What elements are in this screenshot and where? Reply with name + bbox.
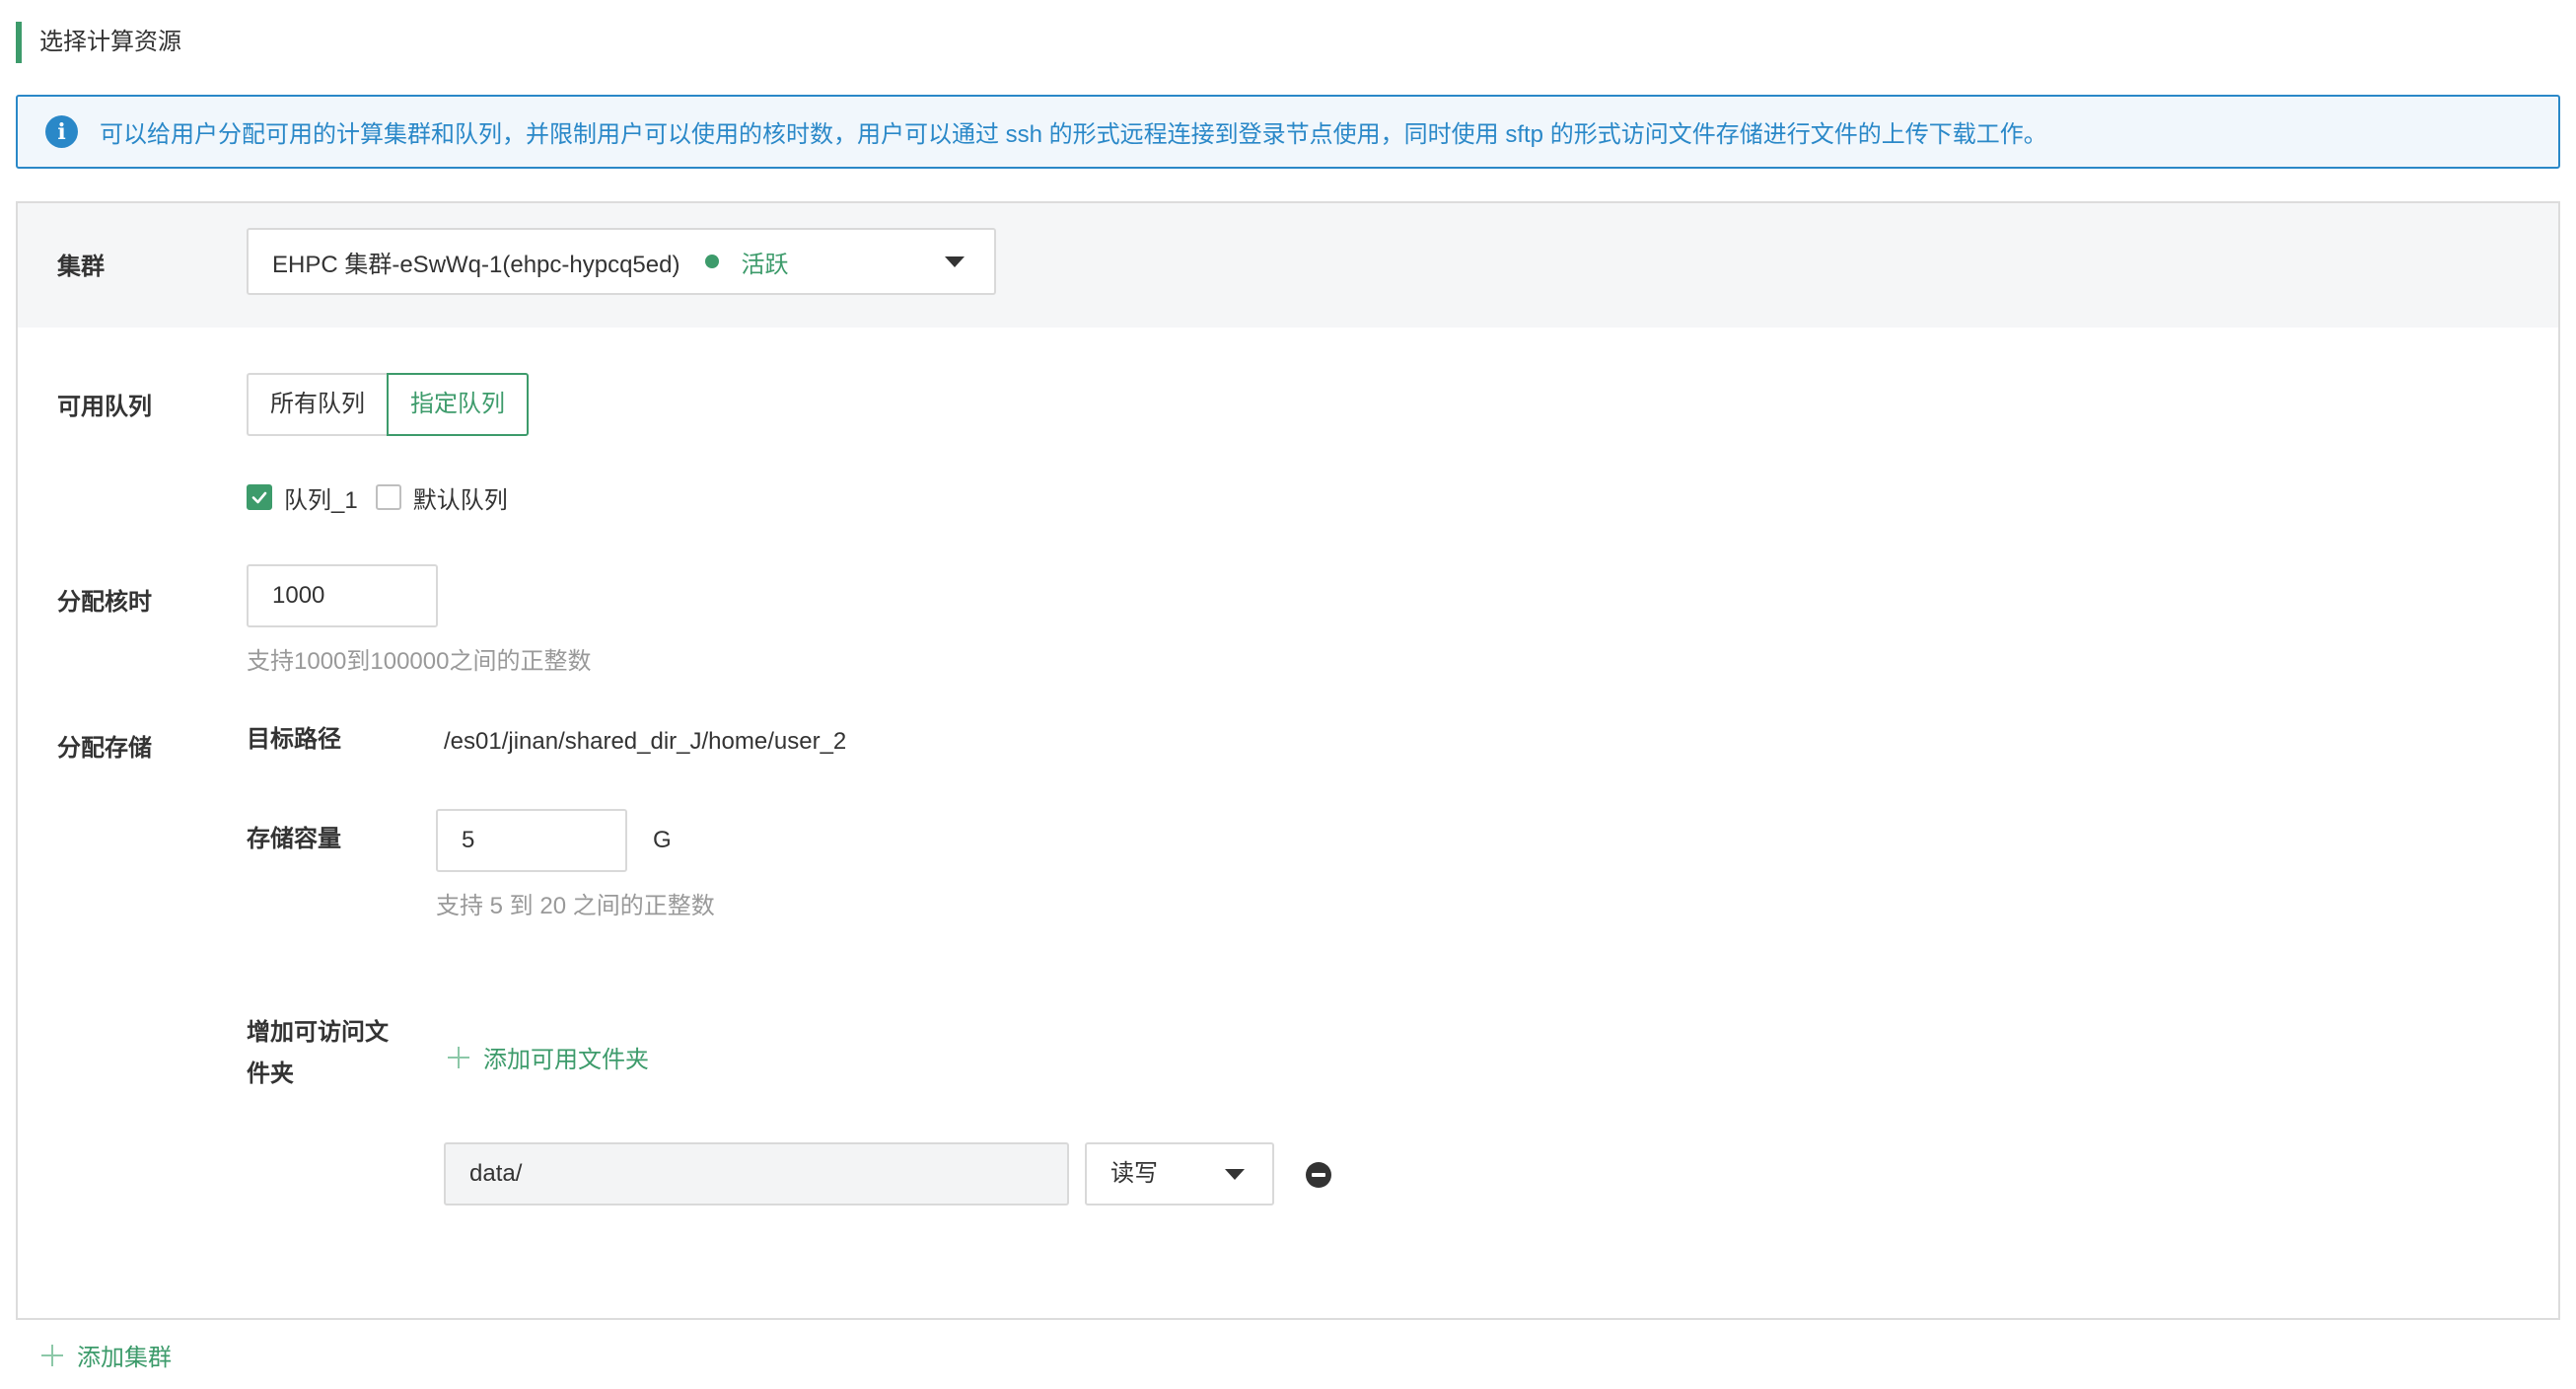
capacity-unit: G <box>653 827 672 853</box>
queue-1-label: 队列_1 <box>284 486 358 514</box>
add-cluster-button[interactable]: 添加集群 <box>41 1338 172 1372</box>
queue-mode-toggle: 所有队列 指定队列 <box>247 373 529 436</box>
add-cluster-label: 添加集群 <box>77 1345 172 1371</box>
section-title: 选择计算资源 <box>16 22 181 63</box>
remove-folder-icon[interactable] <box>1306 1162 1331 1188</box>
folders-label-line2: 件夹 <box>247 1060 294 1087</box>
cluster-card: 集群 EHPC 集群-eSwWq-1(ehpc-hypcq5ed) 活跃 可用队… <box>16 201 2560 1320</box>
default-queue-checkbox[interactable] <box>375 484 401 510</box>
queue-1-checkbox[interactable] <box>247 484 272 510</box>
cluster-select[interactable]: EHPC 集群-eSwWq-1(ehpc-hypcq5ed) 活跃 <box>247 228 996 295</box>
queue-mode-all[interactable]: 所有队列 <box>247 373 387 436</box>
storage-label: 分配存储 <box>57 735 152 762</box>
folder-permission-select[interactable]: 读写 <box>1085 1142 1274 1206</box>
status-dot-icon <box>705 255 720 268</box>
check-icon <box>251 491 267 504</box>
plus-icon <box>448 1046 469 1068</box>
compute-resource-form: 选择计算资源 i 可以给用户分配可用的计算集群和队列，并限制用户可以使用的核时数… <box>0 0 2576 1389</box>
chevron-down-icon <box>945 256 965 267</box>
info-icon: i <box>45 115 78 148</box>
folders-label-line1: 增加可访问文 <box>247 1019 389 1046</box>
chevron-down-icon <box>1225 1169 1245 1180</box>
capacity-input[interactable]: 5 <box>436 809 627 872</box>
folder-path-input[interactable]: data/ <box>444 1142 1069 1206</box>
capacity-label: 存储容量 <box>247 826 341 852</box>
add-folder-label: 添加可用文件夹 <box>483 1047 649 1073</box>
queue-checkboxes: 队列_1 默认队列 <box>247 477 526 517</box>
core-hours-label: 分配核时 <box>57 589 152 616</box>
core-hours-hint: 支持1000到100000之间的正整数 <box>247 648 592 675</box>
default-queue-label: 默认队列 <box>412 486 508 514</box>
plus-icon <box>41 1344 63 1366</box>
folder-permission-value: 读写 <box>1110 1160 1158 1187</box>
queue-mode-specified[interactable]: 指定队列 <box>387 373 529 436</box>
path-label: 目标路径 <box>247 726 341 753</box>
add-folder-button[interactable]: 添加可用文件夹 <box>448 1040 649 1074</box>
path-value: /es01/jinan/shared_dir_J/home/user_2 <box>444 728 847 755</box>
cluster-label: 集群 <box>57 254 105 280</box>
core-hours-input[interactable]: 1000 <box>247 564 438 627</box>
info-text: 可以给用户分配可用的计算集群和队列，并限制用户可以使用的核时数，用户可以通过 s… <box>100 121 2047 148</box>
cluster-status: 活跃 <box>741 251 789 278</box>
queues-label: 可用队列 <box>57 394 152 420</box>
info-banner: i 可以给用户分配可用的计算集群和队列，并限制用户可以使用的核时数，用户可以通过… <box>16 95 2560 169</box>
cluster-select-value: EHPC 集群-eSwWq-1(ehpc-hypcq5ed) <box>272 251 680 278</box>
capacity-hint: 支持 5 到 20 之间的正整数 <box>436 893 715 919</box>
